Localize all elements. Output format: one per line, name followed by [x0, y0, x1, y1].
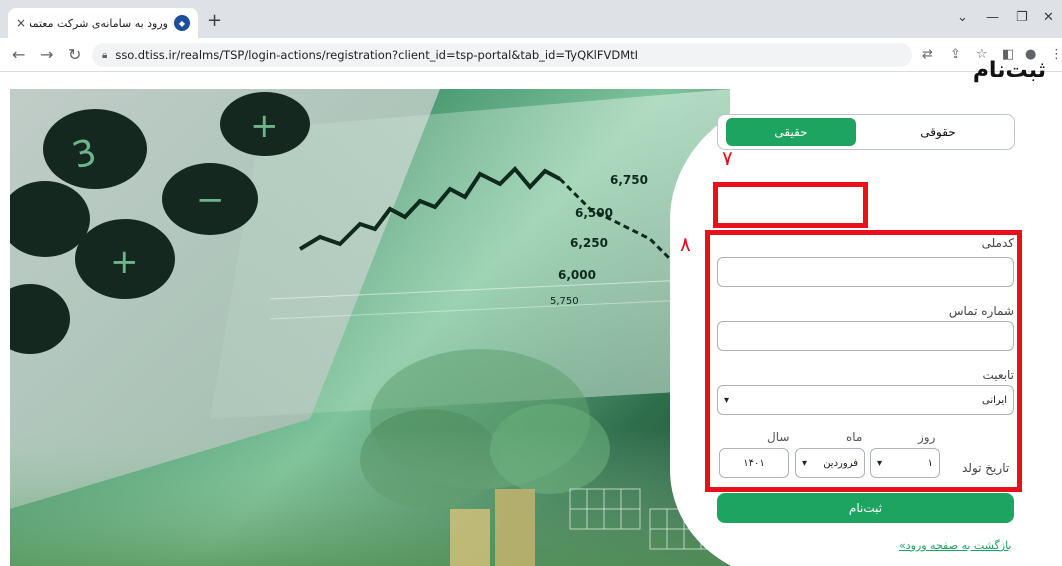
menu-icon[interactable]: ⋮ [1050, 47, 1062, 62]
new-tab-button[interactable]: + [207, 12, 222, 30]
person-type-switch: حقیقی حقوقی [717, 114, 1015, 150]
national-code-label: کدملی [981, 236, 1014, 250]
year-input[interactable]: ۱۴۰۱ [719, 448, 789, 478]
tab-real-person[interactable]: حقیقی [726, 118, 856, 146]
address-url[interactable]: sso.dtiss.ir/realms/TSP/login-actions/re… [115, 48, 638, 62]
nationality-label: تابعیت [982, 368, 1014, 382]
day-select[interactable]: ۱ ▾ [870, 448, 940, 478]
annotation-step-8: ۸ [680, 232, 691, 256]
highlight-box-person-type [713, 182, 868, 228]
back-arrow-icon[interactable]: ← [12, 45, 25, 64]
day-value: ۱ [927, 457, 933, 469]
minimize-icon[interactable]: — [986, 10, 999, 25]
hero-image: 3 + − + 6,750 6,500 6,250 6,000 5,750 [10, 89, 730, 566]
register-button[interactable]: ثبت‌نام [717, 493, 1014, 523]
browser-tab[interactable]: ◆ ورود به سامانه‌ی شرکت معتمد تیس × [8, 8, 198, 38]
hero-price-5: 5,750 [550, 296, 579, 307]
site-favicon-icon: ◆ [174, 15, 190, 31]
chevron-down-icon: ▾ [877, 457, 883, 469]
forward-arrow-icon[interactable]: → [40, 45, 53, 64]
translate-icon[interactable]: ⇄ [922, 47, 933, 62]
phone-label: شماره تماس [948, 304, 1014, 318]
chevron-down-icon: ▾ [724, 394, 730, 406]
restore-icon[interactable]: ❐ [1016, 10, 1028, 25]
hero-price-3: 6,250 [570, 236, 608, 250]
year-value: ۱۴۰۱ [743, 457, 765, 469]
hero-price-1: 6,750 [610, 173, 648, 187]
lock-icon[interactable]: 🔒︎ [102, 50, 107, 61]
hero-price-4: 6,000 [558, 268, 596, 282]
tab-legal-person[interactable]: حقوقی [868, 118, 1008, 146]
browser-tabstrip: ◆ ورود به سامانه‌ی شرکت معتمد تیس × + ⌄ … [0, 0, 1062, 38]
nationality-value: ایرانی [982, 394, 1007, 406]
chevron-down-icon: ▾ [802, 457, 808, 469]
national-code-input[interactable] [717, 257, 1014, 287]
hero-illustration: 3 + − + 6,750 6,500 6,250 6,000 5,750 [10, 89, 730, 566]
birthdate-label: تاریخ تولد [962, 461, 1010, 475]
day-label: روز [918, 430, 936, 444]
tab-title: ورود به سامانه‌ی شرکت معتمد تیس [30, 16, 168, 30]
month-select[interactable]: فروردین ▾ [795, 448, 865, 478]
tab-close-icon[interactable]: × [16, 16, 26, 30]
tab-search-chevron-icon[interactable]: ⌄ [957, 10, 968, 25]
svg-text:−: − [196, 180, 225, 220]
window-close-icon[interactable]: ✕ [1043, 10, 1054, 25]
page-title: ثبت‌نام [972, 58, 1046, 83]
month-label: ماه [846, 430, 863, 444]
month-value: فروردین [823, 457, 858, 469]
hero-price-2: 6,500 [575, 206, 613, 220]
reload-icon[interactable]: ↻ [68, 45, 81, 64]
year-label: سال [767, 430, 790, 444]
svg-text:+: + [110, 242, 139, 282]
browser-toolbar: ← → ↻ 🔒︎ sso.dtiss.ir/realms/TSP/login-a… [0, 38, 1062, 72]
back-to-login-link[interactable]: بازگشت به صفحه ورود» [899, 539, 1012, 552]
address-bar[interactable]: 🔒︎ sso.dtiss.ir/realms/TSP/login-actions… [92, 43, 912, 67]
svg-text:+: + [250, 106, 279, 146]
phone-input[interactable] [717, 321, 1014, 351]
nationality-select[interactable]: ایرانی ▾ [717, 385, 1014, 415]
